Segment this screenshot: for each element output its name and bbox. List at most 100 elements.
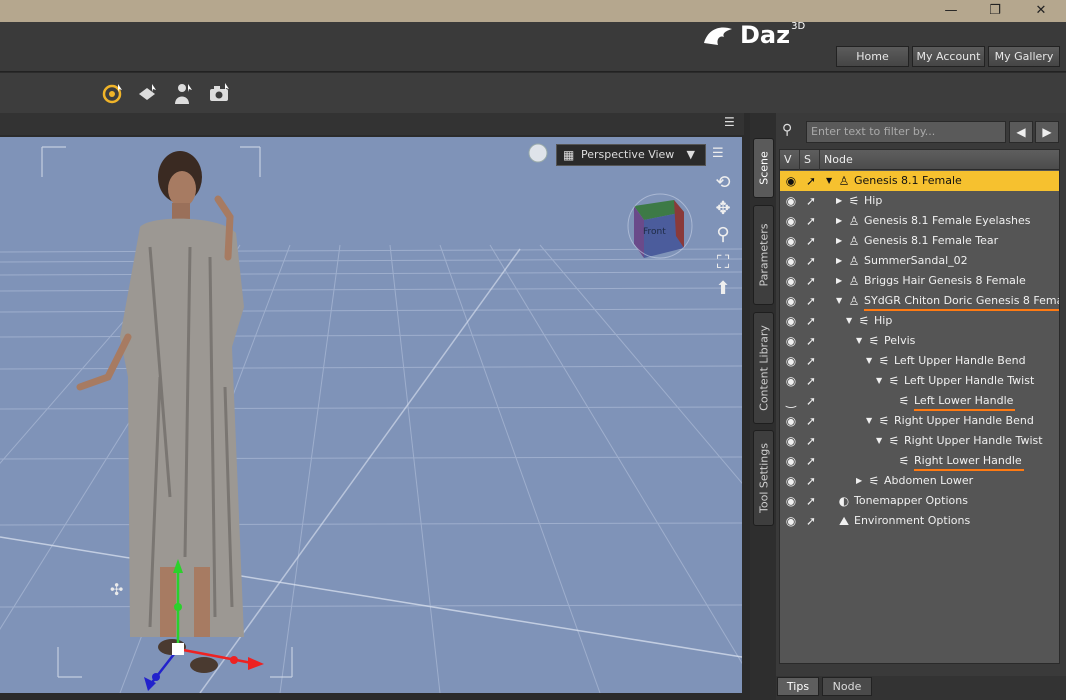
selectable-cursor-icon[interactable]: ➚	[803, 231, 819, 251]
figure-pose-tool-icon[interactable]	[170, 80, 196, 106]
eye-icon[interactable]: ◉	[782, 311, 800, 331]
tab-node[interactable]: Node	[822, 677, 872, 696]
scene-tree-row[interactable]: ◉ ➚ ▶ ♙ SummerSandal_02	[780, 251, 1059, 271]
selectable-cursor-icon[interactable]: ➚	[803, 291, 819, 311]
eye-icon[interactable]: ◉	[782, 191, 800, 211]
scene-tree-row[interactable]: ◉ ➚ ▼ ♙ SYdGR Chiton Doric Genesis 8 Female	[780, 291, 1059, 311]
selectable-cursor-icon[interactable]: ➚	[803, 171, 819, 191]
eye-icon[interactable]: ◉	[782, 231, 800, 251]
eye-icon[interactable]: ◉	[782, 511, 800, 531]
frame-icon[interactable]: ⛶	[710, 252, 736, 276]
eye-icon[interactable]: ◉	[782, 251, 800, 271]
maximize-button[interactable]: ❐	[972, 0, 1018, 22]
selectable-cursor-icon[interactable]: ➚	[803, 191, 819, 211]
eye-icon[interactable]: ◉	[782, 451, 800, 471]
my-gallery-button[interactable]: My Gallery	[988, 46, 1060, 67]
tab-tool-settings[interactable]: Tool Settings	[753, 430, 774, 526]
eye-icon[interactable]: ◉	[782, 491, 800, 511]
scene-tree-row[interactable]: ◉ ➚ ▶ ♙ Briggs Hair Genesis 8 Female	[780, 271, 1059, 291]
scene-tree-row[interactable]: ◉ ➚ ▶ ⚟ Abdomen Lower	[780, 471, 1059, 491]
eye-icon[interactable]: ◉	[782, 211, 800, 231]
scene-tree-row[interactable]: ◉ ➚ ▶ ⚟ Hip	[780, 191, 1059, 211]
close-button[interactable]: ✕	[1018, 0, 1064, 22]
selectable-cursor-icon[interactable]: ➚	[803, 391, 819, 411]
eye-icon[interactable]: ◉	[782, 431, 800, 451]
scene-tree-row[interactable]: ◉ ➚ ▼ ⚟ Right Upper Handle Bend	[780, 411, 1059, 431]
geometry-editor-icon[interactable]	[135, 80, 161, 106]
eye-icon[interactable]: ◉	[782, 171, 800, 191]
selectable-cursor-icon[interactable]: ➚	[803, 331, 819, 351]
camera-tool-icon[interactable]	[207, 80, 233, 106]
minimize-button[interactable]: —	[928, 0, 974, 22]
expand-arrow-icon[interactable]: ▶	[856, 471, 866, 491]
tab-content-library[interactable]: Content Library	[753, 312, 774, 424]
tab-tips[interactable]: Tips	[777, 677, 819, 696]
collapse-arrow-icon[interactable]: ▼	[856, 331, 866, 351]
selectable-cursor-icon[interactable]: ➚	[803, 211, 819, 231]
collapse-arrow-icon[interactable]: ▼	[866, 351, 876, 371]
scene-tree-row[interactable]: ◉ ➚ ▼ ⚟ Pelvis	[780, 331, 1059, 351]
selectable-cursor-icon[interactable]: ➚	[803, 471, 819, 491]
collapse-arrow-icon[interactable]: ▼	[866, 411, 876, 431]
scene-tree-row[interactable]: ◉ ➚ ▶ ♙ Genesis 8.1 Female Tear	[780, 231, 1059, 251]
column-visible[interactable]: V	[780, 150, 800, 170]
column-node[interactable]: Node	[820, 150, 1059, 170]
scene-tree-row[interactable]: ◉ ➚ ▼ ♙ Genesis 8.1 Female	[780, 171, 1059, 191]
scene-tree-row[interactable]: ◉ ➚ ⚟ Right Lower Handle	[780, 451, 1059, 471]
selectable-cursor-icon[interactable]: ➚	[803, 491, 819, 511]
expand-arrow-icon[interactable]: ▶	[836, 251, 846, 271]
eye-closed-icon[interactable]: ‿	[782, 391, 800, 411]
collapse-arrow-icon[interactable]: ▼	[876, 431, 886, 451]
scene-tree[interactable]: V S Node ◉ ➚ ▼ ♙ Genesis 8.1 Female ◉ ➚ ▶ ⚟ Hip ◉ ➚…	[779, 149, 1060, 664]
scene-tree-row[interactable]: ◉ ➚ ⛰ Environment Options	[780, 511, 1059, 531]
selectable-cursor-icon[interactable]: ➚	[803, 311, 819, 331]
expand-arrow-icon[interactable]: ▶	[836, 191, 846, 211]
expand-arrow-icon[interactable]: ▶	[836, 271, 846, 291]
scene-filter-input[interactable]: Enter text to filter by...	[806, 121, 1006, 143]
selectable-cursor-icon[interactable]: ➚	[803, 371, 819, 391]
scene-tree-row[interactable]: ◉ ➚ ▼ ⚟ Left Upper Handle Bend	[780, 351, 1059, 371]
collapse-arrow-icon[interactable]: ▼	[846, 311, 856, 331]
tab-parameters[interactable]: Parameters	[753, 205, 774, 305]
selectable-cursor-icon[interactable]: ➚	[803, 431, 819, 451]
column-selectable[interactable]: S	[800, 150, 820, 170]
expand-arrow-icon[interactable]: ▶	[836, 231, 846, 251]
scene-tree-row[interactable]: ◉ ➚ ◐ Tonemapper Options	[780, 491, 1059, 511]
tab-scene[interactable]: Scene	[753, 138, 774, 198]
home-button[interactable]: Home	[836, 46, 909, 67]
orbit-icon[interactable]: ⟲	[710, 172, 736, 196]
collapse-arrow-icon[interactable]: ▼	[876, 371, 886, 391]
default-camera-icon[interactable]: ⬆	[710, 278, 736, 302]
selectable-cursor-icon[interactable]: ➚	[803, 271, 819, 291]
zoom-icon[interactable]: ⚲	[710, 224, 736, 248]
viewport-options-icon[interactable]: ☰	[712, 146, 732, 164]
scene-tree-row[interactable]: ◉ ➚ ▶ ♙ Genesis 8.1 Female Eyelashes	[780, 211, 1059, 231]
scene-tree-row[interactable]: ‿ ➚ ⚟ Left Lower Handle	[780, 391, 1059, 411]
collapse-arrow-icon[interactable]: ▼	[836, 291, 846, 311]
universal-tool-icon[interactable]	[100, 80, 126, 106]
collapse-arrow-icon[interactable]: ▼	[826, 171, 836, 191]
selectable-cursor-icon[interactable]: ➚	[803, 511, 819, 531]
scene-tree-row[interactable]: ◉ ➚ ▼ ⚟ Hip	[780, 311, 1059, 331]
viewport-camera-dropdown[interactable]: ▦ Perspective View ▼	[556, 144, 706, 166]
eye-icon[interactable]: ◉	[782, 351, 800, 371]
pan-icon[interactable]: ✥	[710, 198, 736, 222]
pane-options-icon[interactable]: ☰	[724, 115, 742, 131]
eye-icon[interactable]: ◉	[782, 371, 800, 391]
scene-tree-row[interactable]: ◉ ➚ ▼ ⚟ Left Upper Handle Twist	[780, 371, 1059, 391]
scene-tree-row[interactable]: ◉ ➚ ▼ ⚟ Right Upper Handle Twist	[780, 431, 1059, 451]
selectable-cursor-icon[interactable]: ➚	[803, 451, 819, 471]
eye-icon[interactable]: ◉	[782, 411, 800, 431]
eye-icon[interactable]: ◉	[782, 291, 800, 311]
selectable-cursor-icon[interactable]: ➚	[803, 351, 819, 371]
back-arrow-button[interactable]: ◀	[1009, 121, 1033, 143]
selectable-cursor-icon[interactable]: ➚	[803, 251, 819, 271]
eye-icon[interactable]: ◉	[782, 331, 800, 351]
my-account-button[interactable]: My Account	[912, 46, 985, 67]
eye-icon[interactable]: ◉	[782, 271, 800, 291]
expand-arrow-icon[interactable]: ▶	[836, 211, 846, 231]
eye-icon[interactable]: ◉	[782, 471, 800, 491]
3d-viewport[interactable]: ✣ Front	[0, 137, 742, 693]
selectable-cursor-icon[interactable]: ➚	[803, 411, 819, 431]
forward-arrow-button[interactable]: ▶	[1035, 121, 1059, 143]
